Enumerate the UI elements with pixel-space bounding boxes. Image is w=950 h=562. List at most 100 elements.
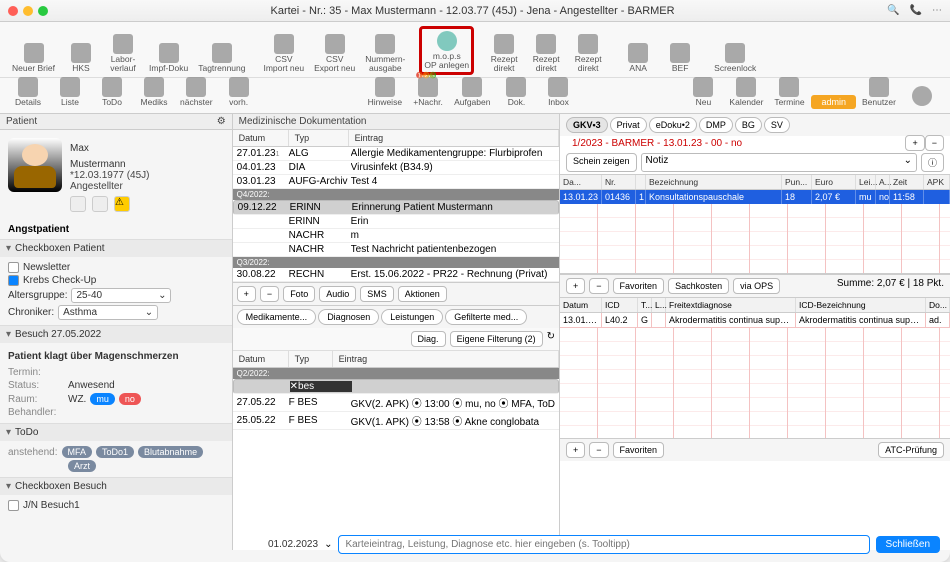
alters-select[interactable]: 25-40⌄: [71, 288, 171, 303]
ih-t[interactable]: T...: [638, 298, 652, 312]
add-button[interactable]: +: [237, 286, 256, 302]
maximize-window[interactable]: [38, 6, 48, 16]
toolbar-neuer-brief[interactable]: Neuer Brief: [8, 41, 59, 75]
visit-row[interactable]: 25.05.22F BESGKV(1. APK) ⦿ 13:58 ⦿ Akne …: [233, 412, 559, 430]
audio-button[interactable]: Audio: [319, 286, 356, 302]
plus-button[interactable]: +: [905, 135, 924, 151]
leistung-row[interactable]: 13.01.23 01436 1 Konsultationspauschale …: [560, 190, 950, 204]
ih-icd[interactable]: ICD: [602, 298, 638, 312]
doc-row[interactable]: 04.01.23DIAVirusinfekt (B34.9): [233, 161, 559, 175]
doc-row[interactable]: NACHRm: [233, 229, 559, 243]
settings-icon[interactable]: ⋯: [932, 5, 942, 16]
eigene-filter-button[interactable]: Eigene Filterung (2): [450, 331, 543, 347]
gh-a[interactable]: A...: [876, 175, 890, 189]
toolbar-impf-doku[interactable]: Impf-Doku: [145, 41, 192, 75]
toolbar-rezept-direkt[interactable]: Rezept direkt: [526, 32, 566, 75]
foto-button[interactable]: Foto: [283, 286, 315, 302]
tab-leistungen[interactable]: Leistungen: [381, 309, 443, 325]
close-window[interactable]: [8, 6, 18, 16]
toolbar-csv-import-neu[interactable]: CSV Import neu: [259, 32, 308, 75]
subtoolbar-neu[interactable]: Neu: [683, 75, 723, 109]
subtoolbar-hinweise[interactable]: Hinweise: [364, 75, 407, 109]
gh-bezeichnung[interactable]: Bezeichnung: [646, 175, 782, 189]
col-typ2[interactable]: Typ: [289, 351, 333, 367]
atc-button[interactable]: ATC-Prüfung: [878, 442, 944, 458]
search-icon[interactable]: 🔍: [887, 5, 899, 16]
gh-datum[interactable]: Da...: [560, 175, 602, 189]
refresh-icon[interactable]: ↻: [547, 331, 555, 347]
todo-tag[interactable]: Blutabnahme: [138, 446, 203, 458]
doc-row[interactable]: 03.01.23AUFG-ArchivTest 4: [233, 175, 559, 189]
col-datum2[interactable]: Datum: [233, 351, 289, 367]
todo-tag[interactable]: MFA: [62, 446, 93, 458]
notiz-select[interactable]: Notiz⌄: [641, 153, 917, 172]
tab-diagnosen[interactable]: Diagnosen: [318, 309, 379, 325]
admin-badge[interactable]: admin: [811, 95, 856, 109]
toolbar-tagtrennung[interactable]: Tagtrennung: [194, 41, 249, 75]
todo-tag[interactable]: Arzt: [68, 460, 96, 472]
minus-button-3[interactable]: −: [589, 442, 608, 458]
minimize-window[interactable]: [23, 6, 33, 16]
toolbar-hks[interactable]: HKS: [61, 41, 101, 75]
gh-lei[interactable]: Lei...: [856, 175, 876, 189]
subtoolbar-n-chster[interactable]: nächster: [176, 75, 217, 109]
gh-punkte[interactable]: Pun...: [782, 175, 812, 189]
toolbar-rezept-direkt[interactable]: Rezept direkt: [484, 32, 524, 75]
tab-bg[interactable]: BG: [735, 117, 762, 133]
doc-row[interactable]: NACHRTest Nachricht patientenbezogen: [233, 243, 559, 257]
toolbar-rezept-direkt[interactable]: Rezept direkt: [568, 32, 608, 75]
todo-tag[interactable]: ToDo1: [96, 446, 134, 458]
sachkosten-button[interactable]: Sachkosten: [668, 278, 729, 294]
diag-button[interactable]: Diag.: [411, 331, 446, 347]
gh-apk[interactable]: APK: [924, 175, 950, 189]
ih-datum[interactable]: Datum: [560, 298, 602, 312]
icd-row[interactable]: 13.01.23 L40.2 G Akrodermatitis continua…: [560, 313, 950, 328]
toolbar-bef[interactable]: BEF: [660, 41, 700, 75]
favoriten-button[interactable]: Favoriten: [613, 278, 665, 294]
toolbar-screenlock[interactable]: Screenlock: [710, 41, 760, 75]
tab-sv[interactable]: SV: [764, 117, 790, 133]
subtoolbar-benutzer[interactable]: Benutzer: [858, 75, 900, 109]
col-datum[interactable]: Datum: [233, 130, 289, 146]
tab-edoku-[interactable]: eDoku•2: [649, 117, 697, 133]
toolbar-m-o-p-s-op-anlegen[interactable]: m.o.p.s OP anlegen: [419, 26, 474, 75]
phone-icon[interactable]: 📞: [910, 5, 922, 16]
gh-zeit[interactable]: Zeit: [890, 175, 924, 189]
toolbar-nummern-ausgabe[interactable]: Nummern- ausgabe: [361, 32, 409, 75]
minus-button-2[interactable]: −: [589, 278, 608, 294]
col-typ[interactable]: Typ: [289, 130, 349, 146]
doc-row[interactable]: 27.01.231ALGAllergie Medikamentengruppe:…: [233, 147, 559, 161]
subtoolbar-details[interactable]: Details: [8, 75, 48, 109]
subtoolbar-liste[interactable]: Liste: [50, 75, 90, 109]
doc-row[interactable]: 09.12.22ERINNErinnerung Patient Musterma…: [233, 200, 559, 215]
tab-dmp[interactable]: DMP: [699, 117, 733, 133]
col-eintrag2[interactable]: Eintrag: [333, 351, 559, 367]
col-eintrag[interactable]: Eintrag: [349, 130, 559, 146]
doc-row[interactable]: ERINNErin: [233, 215, 559, 229]
tab-medikamente[interactable]: Medikamente...: [237, 309, 317, 325]
entry-input[interactable]: [338, 535, 869, 554]
aktionen-button[interactable]: Aktionen: [398, 286, 447, 302]
toolbar-ana[interactable]: ANA: [618, 41, 658, 75]
subtoolbar-vorh-[interactable]: vorh.: [219, 75, 259, 109]
newsletter-checkbox[interactable]: [8, 262, 19, 273]
plus-button-2[interactable]: +: [566, 278, 585, 294]
patient-chip-2[interactable]: [92, 196, 108, 212]
toolbar-labor-verlauf[interactable]: Labor- verlauf: [103, 32, 143, 75]
krebs-checkbox[interactable]: [8, 275, 19, 286]
subtoolbar-termine[interactable]: Termine: [769, 75, 809, 109]
patient-chip-3[interactable]: ⚠: [114, 196, 130, 212]
visit-row-selected[interactable]: ✕bes: [233, 379, 559, 394]
gh-euro[interactable]: Euro: [812, 175, 856, 189]
close-button[interactable]: Schließen: [876, 536, 940, 553]
doc-row[interactable]: 30.08.22RECHNErst. 15.06.2022 - PR22 - R…: [233, 268, 559, 282]
patient-chip-1[interactable]: [70, 196, 86, 212]
subtoolbar-aufgaben[interactable]: Aufgaben: [450, 75, 494, 109]
sms-button[interactable]: SMS: [360, 286, 394, 302]
ih-do[interactable]: Do...: [926, 298, 950, 312]
remove-button[interactable]: −: [260, 286, 279, 302]
chron-select[interactable]: Asthma⌄: [58, 305, 158, 320]
tab-gefilterte[interactable]: Gefilterte med...: [445, 309, 527, 325]
tab-gkv-[interactable]: GKV•3: [566, 117, 608, 133]
gear-icon[interactable]: ⚙: [217, 116, 226, 127]
